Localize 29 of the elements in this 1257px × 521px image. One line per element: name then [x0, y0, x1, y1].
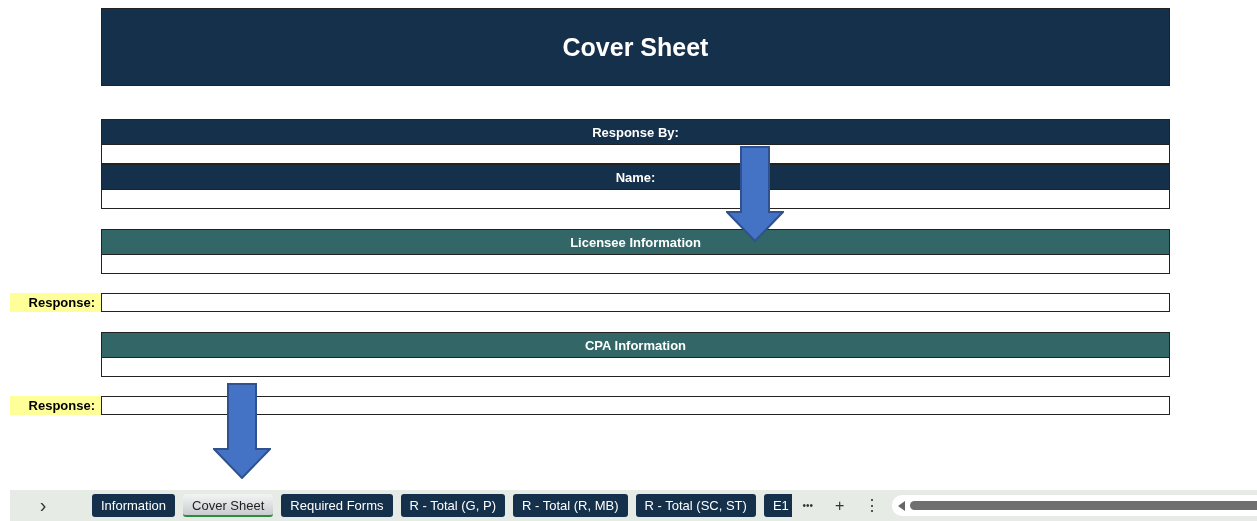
input-cell[interactable]: [101, 190, 1170, 209]
scroll-left-icon[interactable]: [897, 500, 906, 511]
next-sheet-button[interactable]: ›: [10, 494, 72, 517]
response-input-cell[interactable]: [101, 396, 1170, 415]
response-label: Response:: [10, 293, 101, 312]
options-button[interactable]: ⋮: [855, 496, 888, 515]
sheet-tab[interactable]: E1: [763, 494, 792, 517]
sheet-title: Cover Sheet: [562, 32, 709, 62]
sheet-tab[interactable]: R - Total (G, P): [400, 494, 505, 517]
sheet-tab[interactable]: R - Total (R, MB): [512, 494, 628, 517]
down-arrow-icon: [213, 383, 271, 479]
more-tabs-button[interactable]: •••: [791, 500, 824, 511]
sheet-tab[interactable]: R - Total (SC, ST): [635, 494, 756, 517]
input-cell[interactable]: [101, 145, 1170, 164]
header-cell: Response By:: [101, 119, 1170, 145]
input-cell[interactable]: [101, 358, 1170, 377]
response-label: Response:: [10, 396, 101, 415]
scrollbar-thumb[interactable]: [909, 501, 1257, 510]
input-cell[interactable]: [101, 255, 1170, 274]
sheet-tab[interactable]: Information: [92, 494, 176, 517]
horizontal-scrollbar[interactable]: [891, 495, 1257, 516]
sheet-tab[interactable]: Cover Sheet: [183, 494, 274, 517]
header-cell: Name:: [101, 164, 1170, 190]
response-input-cell[interactable]: [101, 293, 1170, 312]
section-header-cell: CPA Information: [101, 332, 1170, 358]
section-header-cell: Licensee Information: [101, 229, 1170, 255]
sheet-tab[interactable]: Required Forms: [281, 494, 393, 517]
add-sheet-button[interactable]: +: [823, 496, 856, 515]
down-arrow-icon: [726, 146, 784, 242]
